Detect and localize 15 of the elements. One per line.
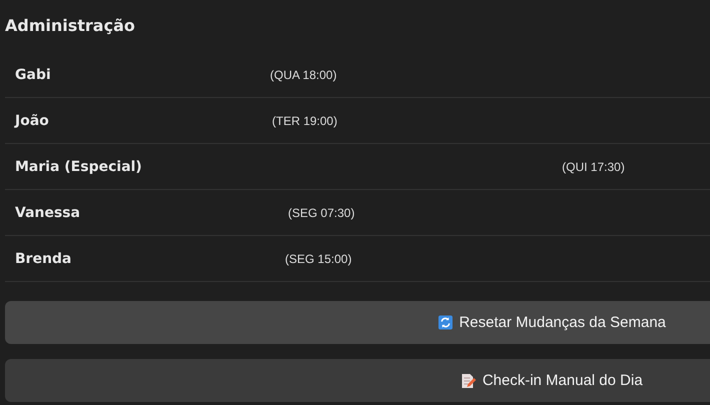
schedule-time: (SEG 07:30): [288, 206, 355, 220]
schedule-time: (QUA 18:00): [270, 68, 337, 82]
schedule-time: (SEG 15:00): [285, 252, 352, 266]
person-name: Gabi: [15, 66, 51, 82]
person-name: João: [15, 112, 49, 128]
refresh-icon: [438, 315, 454, 330]
person-name: Maria (Especial): [15, 158, 142, 174]
checkin-button[interactable]: Check-in Manual do Dia: [5, 359, 710, 402]
person-name: Vanessa: [15, 204, 80, 220]
reset-button[interactable]: Resetar Mudanças da Semana: [5, 301, 710, 344]
document-pencil-icon: [461, 372, 476, 388]
section-title: Administração: [5, 14, 136, 36]
schedule-time: (TER 19:00): [272, 114, 338, 128]
schedule-time: (QUI 17:30): [562, 160, 625, 174]
person-name: Brenda: [15, 250, 72, 266]
